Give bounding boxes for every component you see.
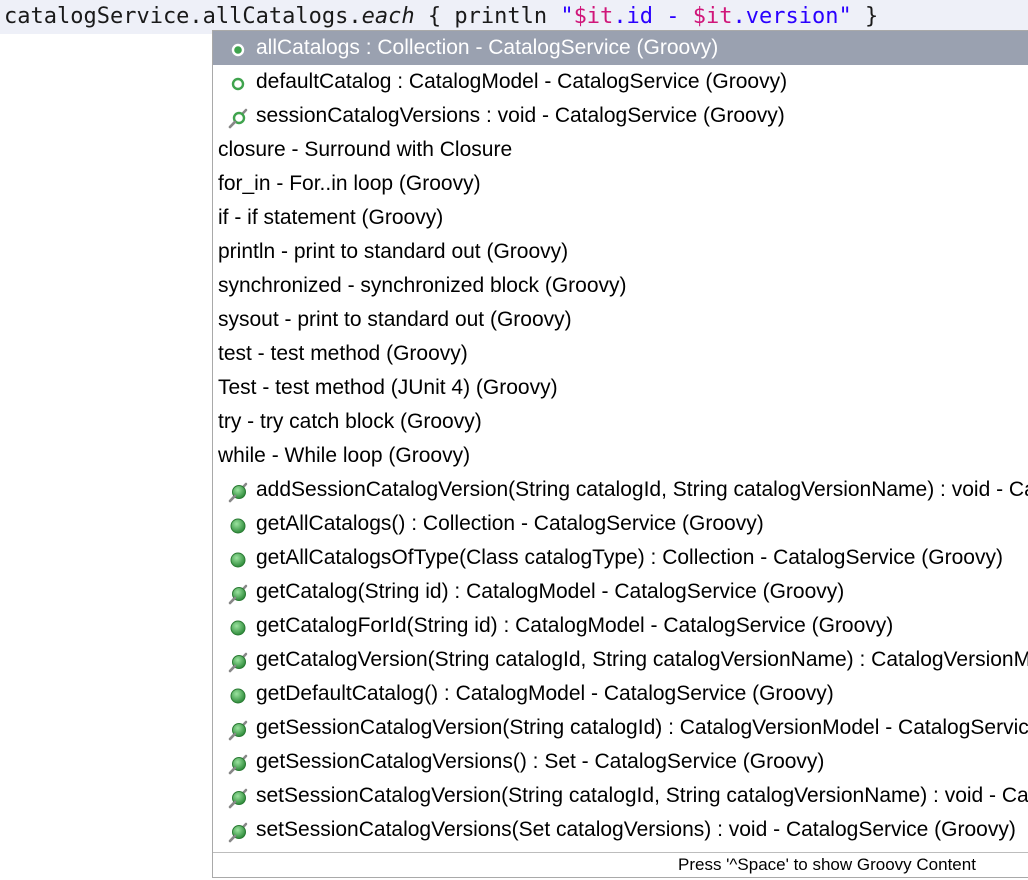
proposal-item[interactable]: sysout - print to standard out (Groovy) — [213, 303, 1028, 337]
proposal-label: getAllCatalogsOfType(Class catalogType) … — [256, 546, 1003, 569]
status-hint: Press '^Space' to show Groovy Content — [678, 855, 976, 874]
proposal-label: addSessionCatalogVersion(String catalogI… — [256, 478, 1028, 501]
proposal-label: for_in - For..in loop (Groovy) — [218, 172, 481, 195]
code-token: $it — [692, 4, 733, 29]
code-token: } — [851, 4, 879, 29]
method-icon — [227, 616, 249, 638]
proposal-item[interactable]: synchronized - synchronized block (Groov… — [213, 269, 1028, 303]
proposal-label: setSessionCatalogVersion(String catalogI… — [256, 784, 1028, 807]
proposal-item[interactable]: addSessionCatalogVersion(String catalogI… — [213, 473, 1028, 507]
proposal-label: defaultCatalog : CatalogModel - CatalogS… — [256, 70, 788, 93]
method-setter-icon — [227, 650, 249, 673]
proposal-item[interactable]: setSessionCatalogVersion(String catalogI… — [213, 779, 1028, 813]
content-assist-popup[interactable]: allCatalogs : Collection - CatalogServic… — [212, 30, 1028, 878]
proposal-item[interactable]: getSessionCatalogVersions() : Set - Cata… — [213, 745, 1028, 779]
proposal-item[interactable]: allCatalogs : Collection - CatalogServic… — [213, 31, 1028, 65]
proposal-label: while - While loop (Groovy) — [218, 444, 471, 467]
proposal-label: sessionCatalogVersions : void - CatalogS… — [256, 104, 785, 127]
proposal-label: getDefaultCatalog() : CatalogModel - Cat… — [256, 682, 834, 705]
proposal-item[interactable]: getAllCatalogsOfType(Class catalogType) … — [213, 541, 1028, 575]
proposal-item[interactable]: getCatalogVersion(String catalogId, Stri… — [213, 643, 1028, 677]
proposal-item[interactable]: closure - Surround with Closure — [213, 133, 1028, 167]
proposal-item[interactable]: getCatalog(String id) : CatalogModel - C… — [213, 575, 1028, 609]
proposal-label: closure - Surround with Closure — [218, 138, 513, 161]
proposal-label: println - print to standard out (Groovy) — [218, 240, 569, 263]
method-icon — [227, 514, 249, 536]
proposal-item[interactable]: for_in - For..in loop (Groovy) — [213, 167, 1028, 201]
code-token: each — [361, 4, 415, 29]
proposal-label: getCatalogForId(String id) : CatalogMode… — [256, 614, 894, 637]
proposal-item[interactable]: getCatalogForId(String id) : CatalogMode… — [213, 609, 1028, 643]
proposal-label: if - if statement (Groovy) — [218, 206, 444, 229]
code-token: $it — [573, 4, 614, 29]
proposal-item[interactable]: defaultCatalog : CatalogModel - CatalogS… — [213, 65, 1028, 99]
proposal-label: getCatalog(String id) : CatalogModel - C… — [256, 580, 845, 603]
proposal-item[interactable]: sessionCatalogVersions : void - CatalogS… — [213, 99, 1028, 133]
method-icon — [227, 548, 249, 570]
proposal-label: getCatalogVersion(String catalogId, Stri… — [256, 648, 1028, 671]
proposal-label: synchronized - synchronized block (Groov… — [218, 274, 627, 297]
field-icon — [227, 38, 249, 60]
proposal-item[interactable]: while - While loop (Groovy) — [213, 439, 1028, 473]
field-icon — [227, 72, 249, 94]
code-token: .id - — [613, 4, 693, 29]
proposal-list[interactable]: allCatalogs : Collection - CatalogServic… — [213, 31, 1028, 853]
proposal-item[interactable]: setSessionCatalogVersions(Set catalogVer… — [213, 813, 1028, 847]
proposal-label: sysout - print to standard out (Groovy) — [218, 308, 572, 331]
editor-current-line[interactable]: catalogService.allCatalogs.each { printl… — [0, 0, 1028, 34]
code-token: " — [560, 4, 574, 29]
code-token: { println — [414, 4, 561, 29]
proposal-label: getSessionCatalogVersion(String catalogI… — [256, 716, 1028, 739]
proposal-label: getAllCatalogs() : Collection - CatalogS… — [256, 512, 764, 535]
code-line[interactable]: catalogService.allCatalogs.each { printl… — [4, 1, 878, 33]
method-setter-icon — [227, 718, 249, 741]
method-setter-icon — [227, 752, 249, 775]
proposal-item[interactable]: if - if statement (Groovy) — [213, 201, 1028, 235]
method-setter-icon — [227, 480, 249, 503]
proposal-item[interactable]: getSessionCatalogVersion(String catalogI… — [213, 711, 1028, 745]
property-setter-icon — [227, 106, 249, 129]
proposal-item[interactable]: test - test method (Groovy) — [213, 337, 1028, 371]
proposal-label: try - try catch block (Groovy) — [218, 410, 482, 433]
code-token: .version" — [732, 4, 852, 29]
proposal-label: setSessionCatalogVersions(Set catalogVer… — [256, 818, 1016, 841]
code-token: catalogService.allCatalogs. — [4, 4, 362, 29]
proposal-item[interactable]: println - print to standard out (Groovy) — [213, 235, 1028, 269]
method-icon — [227, 684, 249, 706]
proposal-item[interactable]: getAllCatalogs() : Collection - CatalogS… — [213, 507, 1028, 541]
proposal-label: test - test method (Groovy) — [218, 342, 468, 365]
proposal-item[interactable]: try - try catch block (Groovy) — [213, 405, 1028, 439]
method-setter-icon — [227, 786, 249, 809]
proposal-label: allCatalogs : Collection - CatalogServic… — [256, 36, 719, 59]
method-setter-icon — [227, 582, 249, 605]
proposal-label: Test - test method (JUnit 4) (Groovy) — [218, 376, 558, 399]
popup-status-bar[interactable]: Press '^Space' to show Groovy Content — [213, 852, 1028, 877]
method-setter-icon — [227, 820, 249, 843]
proposal-item[interactable]: Test - test method (JUnit 4) (Groovy) — [213, 371, 1028, 405]
proposal-item[interactable]: getDefaultCatalog() : CatalogModel - Cat… — [213, 677, 1028, 711]
proposal-label: getSessionCatalogVersions() : Set - Cata… — [256, 750, 825, 773]
